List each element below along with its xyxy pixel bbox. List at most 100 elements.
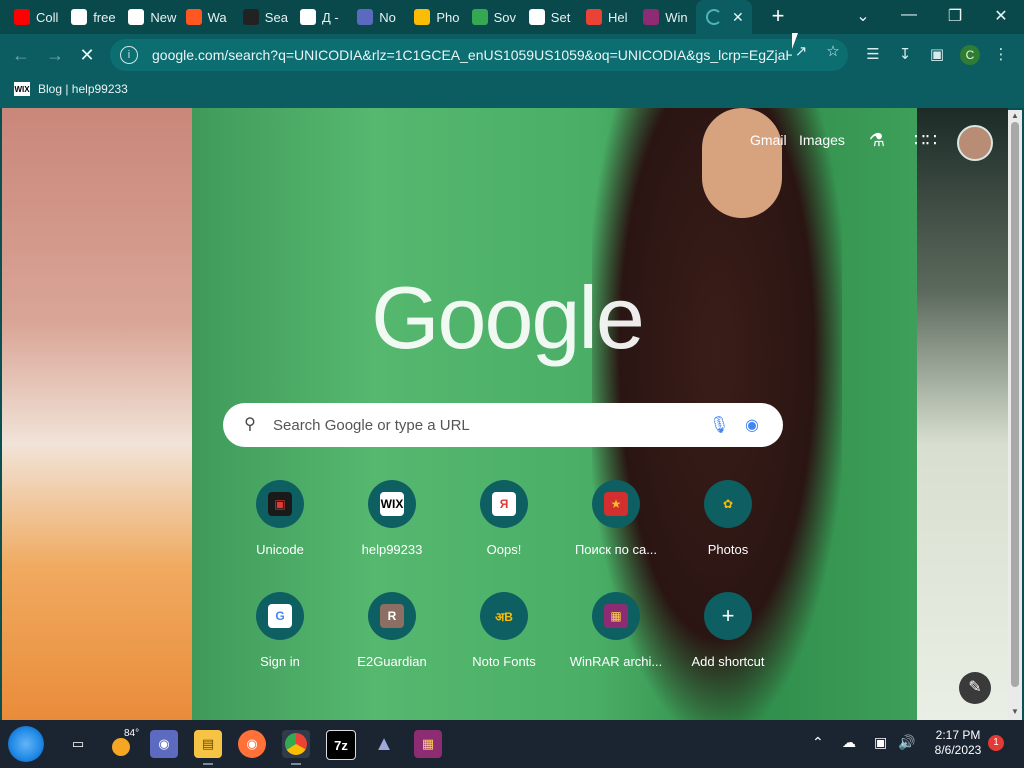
labs-flask-icon[interactable]: ⚗ bbox=[866, 130, 888, 152]
scroll-up-icon[interactable]: ▲ bbox=[1011, 112, 1019, 120]
weather-widget[interactable]: 84° bbox=[110, 728, 140, 758]
bookmarks-bar: WIX Blog | help99233 bbox=[0, 76, 1024, 108]
close-window-button[interactable]: ✕ bbox=[989, 6, 1013, 26]
firefox-icon[interactable]: ◉ bbox=[238, 730, 266, 758]
tab-2[interactable]: New bbox=[128, 4, 180, 30]
shortcut-circle: WIX bbox=[368, 480, 416, 528]
clock-date: 8/6/2023 bbox=[934, 743, 982, 757]
tab-search-button[interactable]: ⌄ bbox=[851, 6, 875, 26]
scroll-down-icon[interactable]: ▼ bbox=[1011, 708, 1019, 716]
tab-label: Coll bbox=[36, 9, 59, 25]
google-lens-icon[interactable]: ◉ bbox=[745, 415, 763, 435]
shortcut-circle: ★ bbox=[592, 480, 640, 528]
search-box[interactable]: ⚲ Search Google or type a URL 🎙 ◉ bbox=[223, 403, 783, 447]
shortcut-tile[interactable]: ▣ Unicode bbox=[225, 480, 335, 557]
shortcut-tile[interactable]: G Sign in bbox=[225, 592, 335, 669]
windows-taskbar: ▭ 84° ◉ ▤ ◉ 7z ▲ ▦ ⌃ ☁ ▣ 🔊 2:17 PM 8/6/2… bbox=[0, 720, 1024, 768]
shortcut-label: Noto Fonts bbox=[472, 654, 536, 669]
scrollbar-thumb[interactable] bbox=[1011, 122, 1019, 687]
tab-4[interactable]: Sea bbox=[242, 4, 295, 30]
shortcut-tile[interactable]: WIX help99233 bbox=[337, 480, 447, 557]
address-bar[interactable]: i google.com/search?q=UNICODIA&rlz=1C1GC… bbox=[110, 39, 848, 71]
scrollbar[interactable]: ▲ ▼ bbox=[1008, 110, 1022, 720]
tab-9[interactable]: Set bbox=[528, 4, 581, 30]
loading-spinner-icon bbox=[706, 9, 722, 25]
gmail-link[interactable]: Gmail bbox=[750, 132, 787, 148]
new-tab-page: Gmail Images ⚗ ∷∷ Google ⚲ Search Google… bbox=[2, 108, 1008, 720]
minimize-button[interactable]: — bbox=[897, 6, 921, 24]
apps-grid-icon[interactable]: ∷∷ bbox=[914, 130, 937, 152]
menu-kebab-icon[interactable]: ⋮ bbox=[992, 46, 1010, 64]
tab-close-icon[interactable]: ✕ bbox=[732, 9, 744, 26]
tab-7[interactable]: Pho bbox=[414, 4, 466, 30]
photos-icon bbox=[414, 9, 431, 25]
site-info-icon[interactable]: i bbox=[120, 46, 138, 64]
shortcut-circle: G bbox=[256, 592, 304, 640]
google-icon bbox=[71, 9, 88, 25]
volume-icon[interactable]: 🔊 bbox=[898, 734, 915, 751]
teams-icon[interactable]: ◉ bbox=[150, 730, 178, 758]
google-logo: Google bbox=[371, 268, 645, 367]
avatar-r-icon: R bbox=[380, 604, 404, 628]
tab-label: Pho bbox=[436, 9, 460, 25]
start-button[interactable] bbox=[8, 726, 44, 762]
shortcut-circle: ▣ bbox=[256, 480, 304, 528]
gear-icon bbox=[528, 9, 545, 25]
microphone-icon[interactable]: 🎙 bbox=[709, 415, 729, 435]
system-clock[interactable]: 2:17 PM 8/6/2023 bbox=[920, 728, 996, 758]
back-button[interactable]: ← bbox=[10, 44, 32, 66]
customize-pencil-icon[interactable]: ✎ bbox=[959, 672, 991, 704]
shortcut-tile[interactable]: + Add shortcut bbox=[673, 592, 783, 669]
notification-badge[interactable]: 1 bbox=[988, 735, 1004, 751]
chrome-icon[interactable] bbox=[282, 730, 310, 765]
tab-5[interactable]: Д - bbox=[300, 4, 352, 30]
forward-button[interactable]: → bbox=[44, 44, 66, 66]
unicode-icon bbox=[242, 9, 259, 25]
plus-icon: + bbox=[716, 603, 740, 628]
task-view-icon[interactable]: ▭ bbox=[64, 730, 92, 758]
tab-0[interactable]: Coll bbox=[14, 4, 66, 30]
network-icon[interactable]: ▣ bbox=[874, 734, 887, 751]
bookmark-star-icon[interactable]: ☆ bbox=[824, 43, 842, 61]
tray-overflow-chevron-icon[interactable]: ⌃ bbox=[812, 734, 824, 751]
new-tab-button[interactable]: + bbox=[768, 5, 788, 27]
images-link[interactable]: Images bbox=[799, 132, 845, 148]
inkscape-icon[interactable]: ▲ bbox=[370, 730, 398, 758]
url-text[interactable]: google.com/search?q=UNICODIA&rlz=1C1GCEA… bbox=[152, 47, 792, 63]
file-explorer-icon[interactable]: ▤ bbox=[194, 730, 222, 765]
search-input[interactable]: Search Google or type a URL bbox=[273, 417, 470, 434]
shortcut-tile[interactable]: Я Oops! bbox=[449, 480, 559, 557]
tab-6[interactable]: No bbox=[357, 4, 409, 30]
profile-button[interactable]: C bbox=[960, 45, 980, 65]
mouse-cursor-icon bbox=[792, 33, 798, 49]
media-queue-icon[interactable]: ☰ bbox=[864, 46, 882, 64]
tab-10[interactable]: Hel bbox=[586, 4, 638, 30]
download-icon[interactable]: ↧ bbox=[896, 46, 914, 64]
maximize-button[interactable]: ❐ bbox=[943, 6, 967, 26]
tab-8[interactable]: Sov bbox=[471, 4, 524, 30]
account-avatar[interactable] bbox=[957, 125, 993, 161]
tab-label: Sea bbox=[264, 9, 288, 25]
shortcut-tile[interactable]: R E2Guardian bbox=[337, 592, 447, 669]
stop-button[interactable]: ✕ bbox=[76, 44, 98, 66]
7zip-icon[interactable]: 7z bbox=[326, 730, 356, 760]
shortcut-tile[interactable]: अB Noto Fonts bbox=[449, 592, 559, 669]
side-panel-icon[interactable]: ▣ bbox=[928, 46, 946, 64]
winrar-icon[interactable]: ▦ bbox=[414, 730, 442, 758]
onedrive-icon[interactable]: ☁ bbox=[842, 734, 856, 751]
shortcut-tile[interactable]: ★ Поиск по са... bbox=[561, 480, 671, 557]
tab-3[interactable]: Wa bbox=[185, 4, 238, 30]
star-badge-icon: ★ bbox=[604, 492, 628, 516]
tab-strip: Coll free New Wa Sea Д - No Pho Sov Set Hel Win ✕ +… bbox=[0, 0, 1024, 34]
bookmark-item[interactable]: WIX Blog | help99233 bbox=[14, 82, 128, 96]
shortcut-label: help99233 bbox=[361, 542, 423, 557]
shortcut-tile[interactable]: ✿ Photos bbox=[673, 480, 783, 557]
wix-icon: WIX bbox=[380, 492, 404, 516]
tab-11[interactable]: Win bbox=[643, 4, 695, 30]
youtube-icon bbox=[14, 9, 30, 25]
shortcut-label: Oops! bbox=[486, 542, 522, 557]
shortcut-label: Unicode bbox=[256, 542, 304, 557]
shortcut-tile[interactable]: ▦ WinRAR archi... bbox=[561, 592, 671, 669]
tab-label: free bbox=[93, 9, 116, 25]
tab-1[interactable]: free bbox=[71, 4, 123, 30]
